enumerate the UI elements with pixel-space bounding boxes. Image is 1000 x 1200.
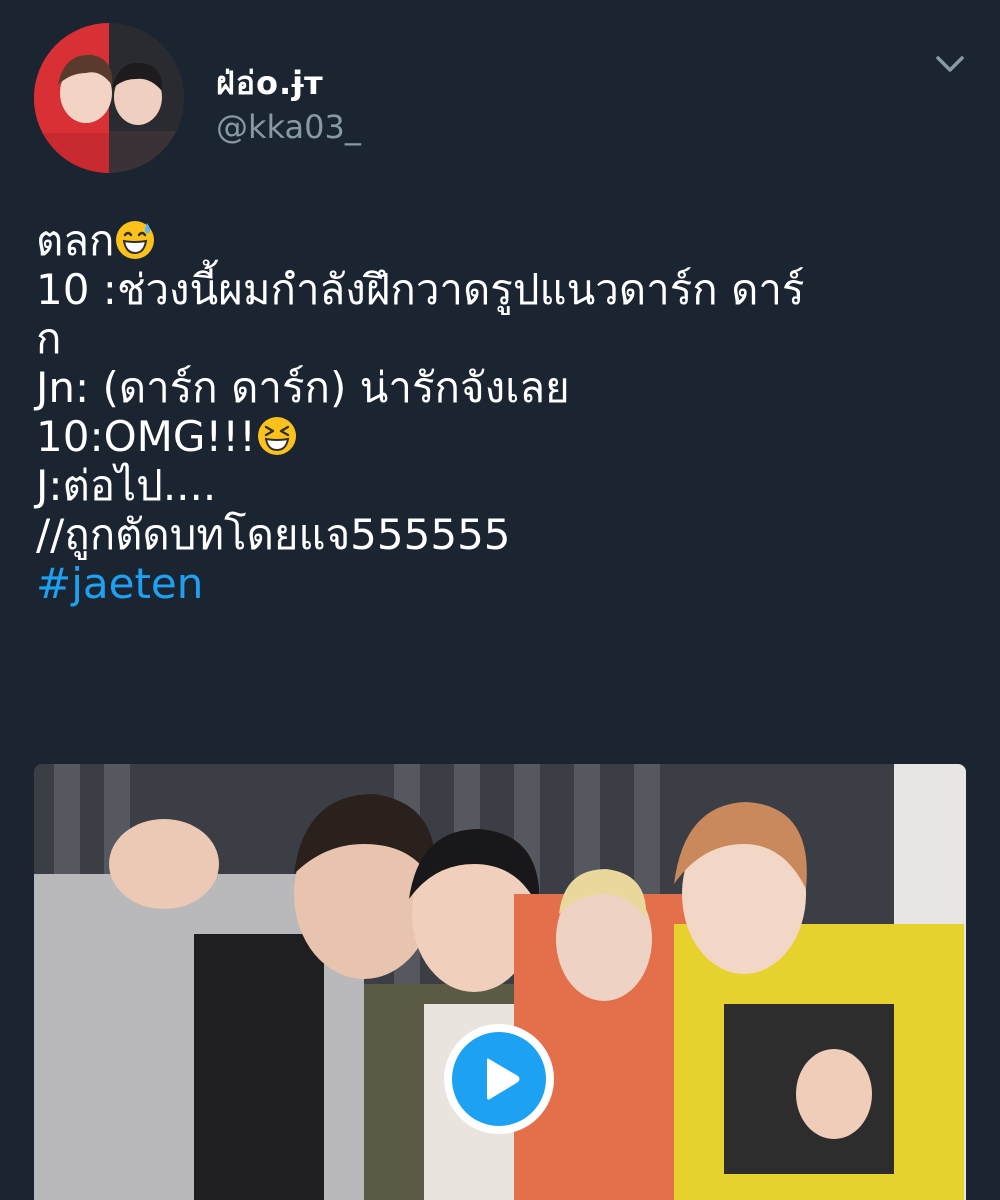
user-handle[interactable]: @kka03_ <box>216 108 361 146</box>
play-icon <box>452 1032 546 1126</box>
avatar[interactable] <box>34 23 184 173</box>
tweet-line: 10:OMG!!! <box>36 412 966 461</box>
play-button[interactable] <box>444 1024 554 1134</box>
tweet-line: 10 :ช่วงนี้ผมกำลังฝึกวาดรูปแนวดาร์ก ดาร์ <box>36 265 805 314</box>
video-thumbnail[interactable] <box>34 764 966 1200</box>
laughing-squinting-emoji-icon <box>256 415 298 457</box>
tweet-line: ก <box>36 314 62 363</box>
profile-photo <box>34 23 184 173</box>
tweet-text: ตลก 10 :ช่วงนี้ผมกำลังฝึกวาดรูปแนวดาร์ก … <box>36 216 966 608</box>
tweet-line-text: 10:OMG!!! <box>36 412 256 461</box>
tweet-line: //ถูกตัดบทโดยแจ555555 <box>36 510 511 559</box>
tweet-line-text: ตลก <box>36 216 115 265</box>
hashtag-link[interactable]: #jaeten <box>36 559 966 608</box>
tweet-card: ฝ่อ่o.ɉт @kka03_ ตลก 10 :ช่วงนี้ผมกำลังฝ… <box>0 0 1000 1200</box>
chevron-down-icon[interactable] <box>932 50 968 78</box>
tweet-line: ตลก <box>36 216 966 265</box>
tweet-line: Jn: (ดาร์ก ดาร์ก) น่ารักจังเลย <box>36 363 570 412</box>
tweet-line: J:ต่อไป.... <box>36 461 217 510</box>
display-name[interactable]: ฝ่อ่o.ɉт <box>216 58 324 109</box>
video-preview-image <box>34 764 966 1200</box>
grinning-sweat-emoji-icon <box>114 219 156 261</box>
